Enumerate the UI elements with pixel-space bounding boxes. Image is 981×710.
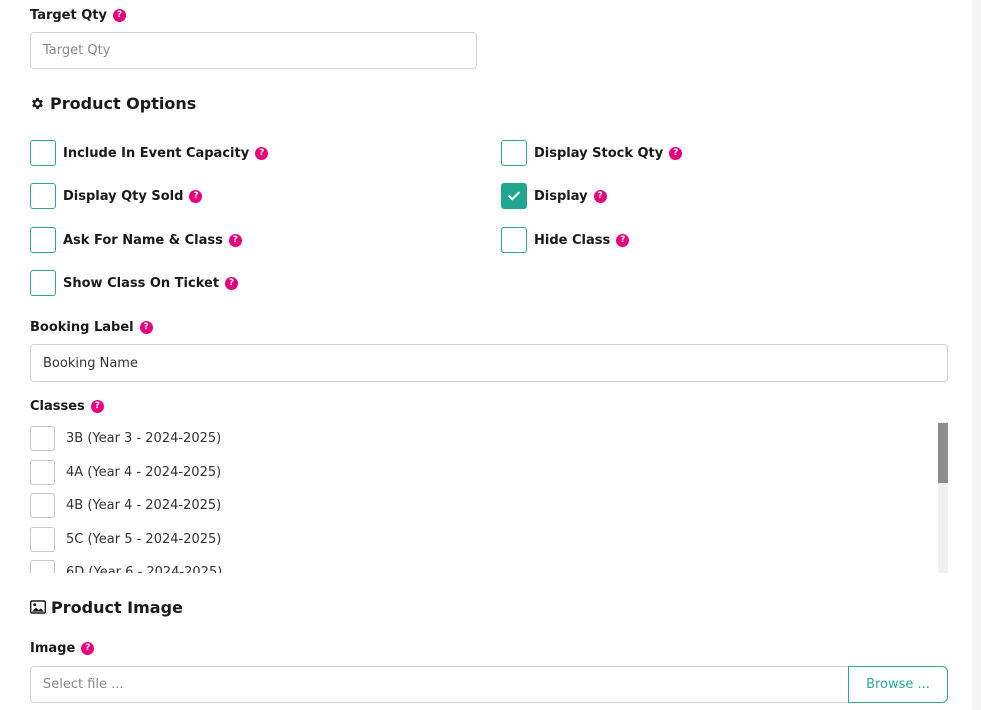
class-label: 5C (Year 5 - 2024-2025) xyxy=(66,532,222,547)
option-label-text: Show Class On Ticket xyxy=(63,275,220,291)
target-qty-label: Target Qty ? xyxy=(30,7,126,23)
product-options-title: Product Options xyxy=(50,93,197,113)
product-image-title: Product Image xyxy=(51,597,183,617)
option-ask-for-name-and-class[interactable]: Ask For Name & Class ? xyxy=(30,227,242,253)
option-hide-class[interactable]: Hide Class ? xyxy=(501,227,630,253)
booking-label-value: Booking Name xyxy=(43,355,138,371)
option-label: Ask For Name & Class ? xyxy=(63,233,242,248)
checkbox[interactable] xyxy=(501,140,527,166)
product-options-heading: Product Options xyxy=(30,93,196,113)
target-qty-input[interactable]: Target Qty xyxy=(30,32,477,69)
checkbox[interactable] xyxy=(30,183,56,209)
option-label-text: Hide Class xyxy=(534,232,611,248)
option-label-text: Display Qty Sold xyxy=(63,188,184,204)
booking-label-text: Booking Label xyxy=(30,319,134,335)
checkbox[interactable] xyxy=(30,560,55,573)
image-file-input[interactable]: Select file ... xyxy=(30,666,849,703)
option-label: Display ? xyxy=(534,189,607,204)
browse-button[interactable]: Browse ... xyxy=(848,666,948,703)
checkbox-checked[interactable] xyxy=(501,183,527,209)
list-item[interactable]: 6D (Year 6 - 2024-2025) xyxy=(30,560,222,573)
check-icon xyxy=(508,191,520,201)
classes-label: Classes ? xyxy=(30,398,104,414)
checkbox[interactable] xyxy=(30,426,55,451)
checkbox[interactable] xyxy=(30,140,56,166)
help-icon[interactable]: ? xyxy=(255,146,269,160)
checkbox[interactable] xyxy=(30,460,55,485)
image-label: Image ? xyxy=(30,640,95,656)
image-label-text: Image xyxy=(30,640,76,656)
image-file-placeholder: Select file ... xyxy=(43,677,124,692)
option-label-text: Display xyxy=(534,188,588,204)
option-label-text: Ask For Name & Class xyxy=(63,232,223,248)
checkbox[interactable] xyxy=(30,527,55,552)
option-display[interactable]: Display ? xyxy=(501,183,607,209)
list-item[interactable]: 4A (Year 4 - 2024-2025) xyxy=(30,460,221,485)
option-include-in-event-capacity[interactable]: Include In Event Capacity ? xyxy=(30,140,269,166)
class-label: 3B (Year 3 - 2024-2025) xyxy=(66,431,222,446)
option-display-qty-sold[interactable]: Display Qty Sold ? xyxy=(30,183,203,209)
help-icon[interactable]: ? xyxy=(112,8,126,22)
option-show-class-on-ticket[interactable]: Show Class On Ticket ? xyxy=(30,270,239,296)
class-label: 4A (Year 4 - 2024-2025) xyxy=(66,465,222,480)
checkbox[interactable] xyxy=(501,227,527,253)
image-icon xyxy=(30,600,46,614)
help-icon[interactable]: ? xyxy=(81,641,95,655)
product-form-card: Target Qty ? Target Qty Product Options … xyxy=(0,0,972,710)
option-label-text: Display Stock Qty xyxy=(534,145,664,161)
option-label-text: Include In Event Capacity xyxy=(63,145,250,161)
checkbox[interactable] xyxy=(30,270,56,296)
option-label: Display Qty Sold ? xyxy=(63,188,203,204)
class-label: 4B (Year 4 - 2024-2025) xyxy=(66,498,222,513)
target-qty-label-text: Target Qty xyxy=(30,7,107,23)
help-icon[interactable]: ? xyxy=(90,399,104,413)
help-icon[interactable]: ? xyxy=(228,233,242,247)
checkbox[interactable] xyxy=(30,227,56,253)
checkbox[interactable] xyxy=(30,493,55,518)
classes-label-text: Classes xyxy=(30,398,85,414)
list-item[interactable]: 4B (Year 4 - 2024-2025) xyxy=(30,493,221,518)
product-image-heading: Product Image xyxy=(30,597,183,617)
help-icon[interactable]: ? xyxy=(139,320,153,334)
list-item[interactable]: 5C (Year 5 - 2024-2025) xyxy=(30,527,221,552)
classes-list[interactable]: 3B (Year 3 - 2024-2025) 4A (Year 4 - 202… xyxy=(30,422,948,573)
option-label: Show Class On Ticket ? xyxy=(63,275,239,291)
target-qty-placeholder: Target Qty xyxy=(43,43,111,58)
gear-icon xyxy=(32,97,43,109)
booking-label-label: Booking Label ? xyxy=(30,319,153,335)
help-icon[interactable]: ? xyxy=(189,189,203,203)
help-icon[interactable]: ? xyxy=(616,233,630,247)
classes-scrollbar-thumb[interactable] xyxy=(938,423,948,483)
option-label: Include In Event Capacity ? xyxy=(63,145,269,161)
help-icon[interactable]: ? xyxy=(225,276,239,290)
booking-label-input[interactable]: Booking Name xyxy=(30,344,948,382)
list-item[interactable]: 3B (Year 3 - 2024-2025) xyxy=(30,426,221,451)
option-label: Display Stock Qty ? xyxy=(534,145,683,161)
help-icon[interactable]: ? xyxy=(669,146,683,160)
option-display-stock-qty[interactable]: Display Stock Qty ? xyxy=(501,140,683,166)
option-label: Hide Class ? xyxy=(534,232,630,248)
class-label: 6D (Year 6 - 2024-2025) xyxy=(66,565,223,573)
help-icon[interactable]: ? xyxy=(593,189,607,203)
